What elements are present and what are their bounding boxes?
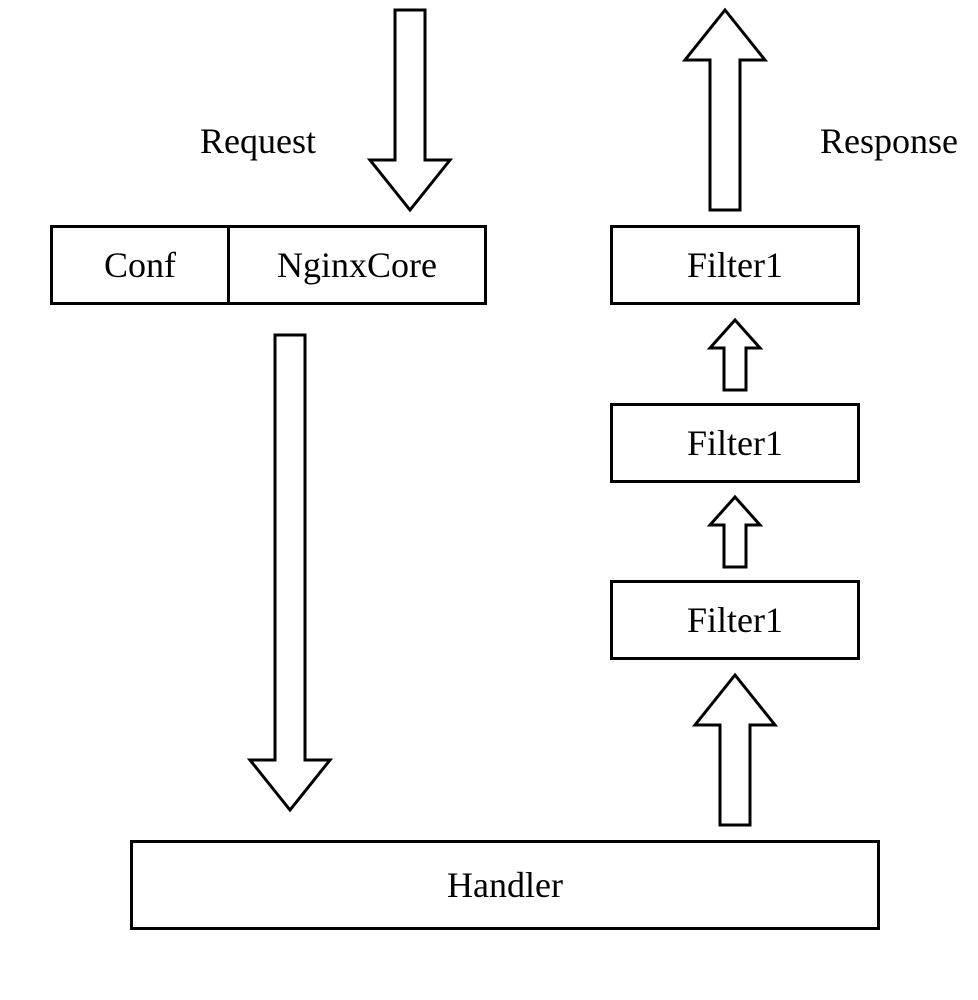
conf-box: Conf [50, 225, 230, 305]
handler-to-filter-arrow-icon [685, 670, 785, 835]
core-to-handler-arrow-icon [240, 330, 340, 825]
nginxcore-box: NginxCore [227, 225, 487, 305]
response-arrow-icon [675, 5, 775, 220]
request-label: Request [200, 120, 316, 162]
handler-label: Handler [447, 864, 563, 906]
filter-top-label: Filter1 [687, 244, 783, 286]
filter-bottom-box: Filter1 [610, 580, 860, 660]
filter-top-box: Filter1 [610, 225, 860, 305]
conf-label: Conf [104, 244, 176, 286]
nginxcore-label: NginxCore [277, 244, 437, 286]
filter-mid-box: Filter1 [610, 403, 860, 483]
filter-arrow-1-icon [700, 315, 770, 400]
response-label: Response [820, 120, 958, 162]
request-arrow-icon [360, 5, 460, 220]
handler-box: Handler [130, 840, 880, 930]
filter-arrow-2-icon [700, 492, 770, 577]
filter-bottom-label: Filter1 [687, 599, 783, 641]
filter-mid-label: Filter1 [687, 422, 783, 464]
